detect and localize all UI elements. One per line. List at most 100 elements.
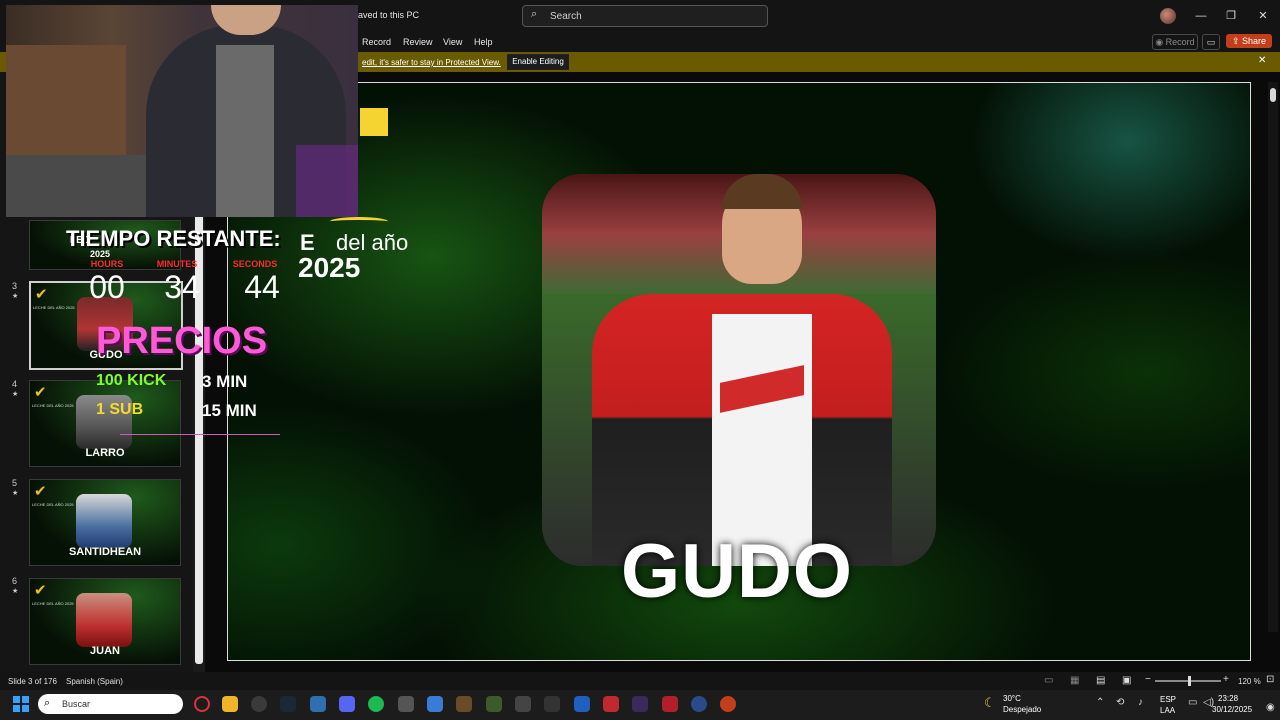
trophy-icon: ✔: [34, 582, 47, 599]
app-icon-2[interactable]: [544, 696, 560, 712]
slide-thumbnail[interactable]: ✔ LECHE DEL AÑO 2025 JUAN: [29, 578, 181, 665]
trophy-icon: ✔: [34, 384, 47, 401]
slideshow-icon[interactable]: ▣: [1122, 675, 1131, 686]
spotify-icon[interactable]: [368, 696, 384, 712]
file-explorer-icon[interactable]: [222, 696, 238, 712]
powerpoint-icon[interactable]: [720, 696, 736, 712]
moon-icon[interactable]: ☾: [984, 695, 996, 711]
protected-view-message[interactable]: edit, it's safer to stay in Protected Vi…: [362, 58, 501, 67]
slide-number: 6: [12, 576, 18, 586]
taskbar-search[interactable]: ⌕ Buscar: [38, 694, 183, 714]
record-button[interactable]: ◉ Record: [1152, 34, 1198, 50]
language-indicator[interactable]: Spanish (Spain): [66, 677, 123, 686]
chevron-up-icon[interactable]: ⌃: [1096, 697, 1104, 708]
keyboard-layout[interactable]: LAA: [1160, 706, 1175, 715]
menu-view[interactable]: View: [443, 37, 462, 47]
minimize-button[interactable]: —: [1186, 6, 1216, 26]
thumb-photo: [76, 593, 132, 647]
maximize-button[interactable]: ❐: [1216, 6, 1246, 26]
app-icon[interactable]: [310, 696, 326, 712]
share-button[interactable]: ⇪ Share: [1226, 34, 1272, 48]
star-icon: ★: [12, 588, 19, 595]
record-label: Record: [1165, 37, 1195, 47]
menu-record[interactable]: Record: [362, 37, 391, 47]
game-icon[interactable]: [456, 696, 472, 712]
menu-help[interactable]: Help: [474, 37, 493, 47]
close-bar-icon[interactable]: ✕: [1258, 55, 1266, 66]
record-icon: ◉: [1155, 37, 1166, 47]
zoom-level[interactable]: 120 %: [1238, 677, 1261, 686]
webcam-overlay: [6, 5, 358, 217]
search-box[interactable]: ⌕ Search: [522, 5, 768, 27]
editor-scroll-thumb[interactable]: [1270, 88, 1276, 102]
fit-slide-icon[interactable]: ⊡: [1266, 674, 1274, 685]
app-icon-3[interactable]: [603, 696, 619, 712]
game-icon-2[interactable]: [486, 696, 502, 712]
thumb-name: JUAN: [90, 645, 120, 657]
chrome-icon[interactable]: [251, 696, 267, 712]
app-tray-icon[interactable]: ⟲: [1116, 697, 1124, 708]
star-icon: ★: [12, 391, 19, 398]
taskbar-search-placeholder: Buscar: [62, 699, 91, 709]
price-kick-time: 3 MIN: [202, 372, 248, 391]
countdown-label: TIEMPO RESTANTE:: [66, 226, 281, 251]
price-sub: 1 SUB: [96, 401, 144, 418]
contestant-photo: [542, 174, 936, 566]
enable-editing-button[interactable]: Enable Editing: [507, 54, 569, 70]
keyboard-language[interactable]: ESP: [1160, 695, 1176, 704]
windows-start-icon[interactable]: [13, 696, 29, 712]
gold-swoosh: [330, 217, 388, 226]
notepad-icon[interactable]: [427, 696, 443, 712]
window-title: aved to this PC: [358, 10, 420, 20]
price-kick: 100 KICK: [96, 372, 167, 389]
clock-time[interactable]: 23:28: [1218, 694, 1238, 703]
clock-date[interactable]: 30/12/2025: [1212, 705, 1252, 714]
microphone-icon[interactable]: ♪: [1138, 697, 1143, 708]
zoom-in-icon[interactable]: +: [1223, 674, 1229, 685]
app-icon-5[interactable]: [662, 696, 678, 712]
weather-temperature[interactable]: 30°C: [1003, 694, 1021, 703]
steam-icon[interactable]: [280, 696, 296, 712]
thumb-logo-text: LECHE DEL AÑO 2025: [33, 305, 75, 310]
car-icon[interactable]: [515, 696, 531, 712]
thumb-photo: [76, 494, 132, 548]
thumb-logo-text: LECHE DEL AÑO 2025: [32, 502, 74, 507]
status-bar: Slide 3 of 176 Spanish (Spain) ▭ ▦ ▤ ▣ −…: [0, 672, 1280, 690]
search-icon: ⌕: [44, 697, 51, 709]
profile-avatar[interactable]: [1160, 8, 1176, 24]
thumb-logo-text: LECHE DEL AÑO 2025: [32, 403, 74, 408]
hours-label: HOURS: [90, 259, 124, 269]
contestant-name: GUDO: [621, 529, 853, 614]
slide-count: Slide 3 of 176: [8, 677, 57, 686]
comment-icon: ▭: [1206, 37, 1216, 47]
thumb-logo-text: LECHE DEL AÑO 2025: [32, 601, 74, 606]
person-tshirt: [216, 45, 274, 217]
weather-condition[interactable]: Despejado: [1003, 705, 1041, 714]
purple-light: [296, 145, 358, 217]
comments-button[interactable]: ▭: [1202, 34, 1220, 50]
zoom-slider-knob[interactable]: [1188, 676, 1191, 686]
reading-view-icon[interactable]: ▤: [1096, 675, 1105, 686]
slide-number: 5: [12, 478, 18, 488]
app-icon-6[interactable]: [691, 696, 707, 712]
notes-icon[interactable]: ▭: [1044, 675, 1053, 686]
discord-icon[interactable]: [339, 696, 355, 712]
obs-icon[interactable]: [398, 696, 414, 712]
slide-thumbnail[interactable]: ✔ LECHE DEL AÑO 2025 LARRO: [29, 380, 181, 467]
close-button[interactable]: ✕: [1248, 6, 1278, 26]
app-icon-4[interactable]: [632, 696, 648, 712]
opera-icon[interactable]: [194, 696, 210, 712]
zoom-out-icon[interactable]: −: [1145, 674, 1151, 685]
seconds-label: SECONDS: [232, 259, 278, 269]
notification-icon[interactable]: ◉: [1266, 702, 1275, 713]
trophy-logo-fragment: [360, 108, 388, 136]
shield-icon[interactable]: [574, 696, 590, 712]
slide-thumbnail[interactable]: ✔ LECHE DEL AÑO 2025 SANTIDHEAN: [29, 479, 181, 566]
cabinet: [6, 45, 126, 165]
menu-review[interactable]: Review: [403, 37, 433, 47]
editor-scrollbar[interactable]: [1268, 82, 1278, 632]
share-label: Share: [1242, 36, 1267, 46]
prices-title: PRECIOS: [96, 320, 268, 362]
grid-view-icon[interactable]: ▦: [1070, 675, 1079, 686]
network-icon[interactable]: ▭: [1188, 697, 1197, 708]
